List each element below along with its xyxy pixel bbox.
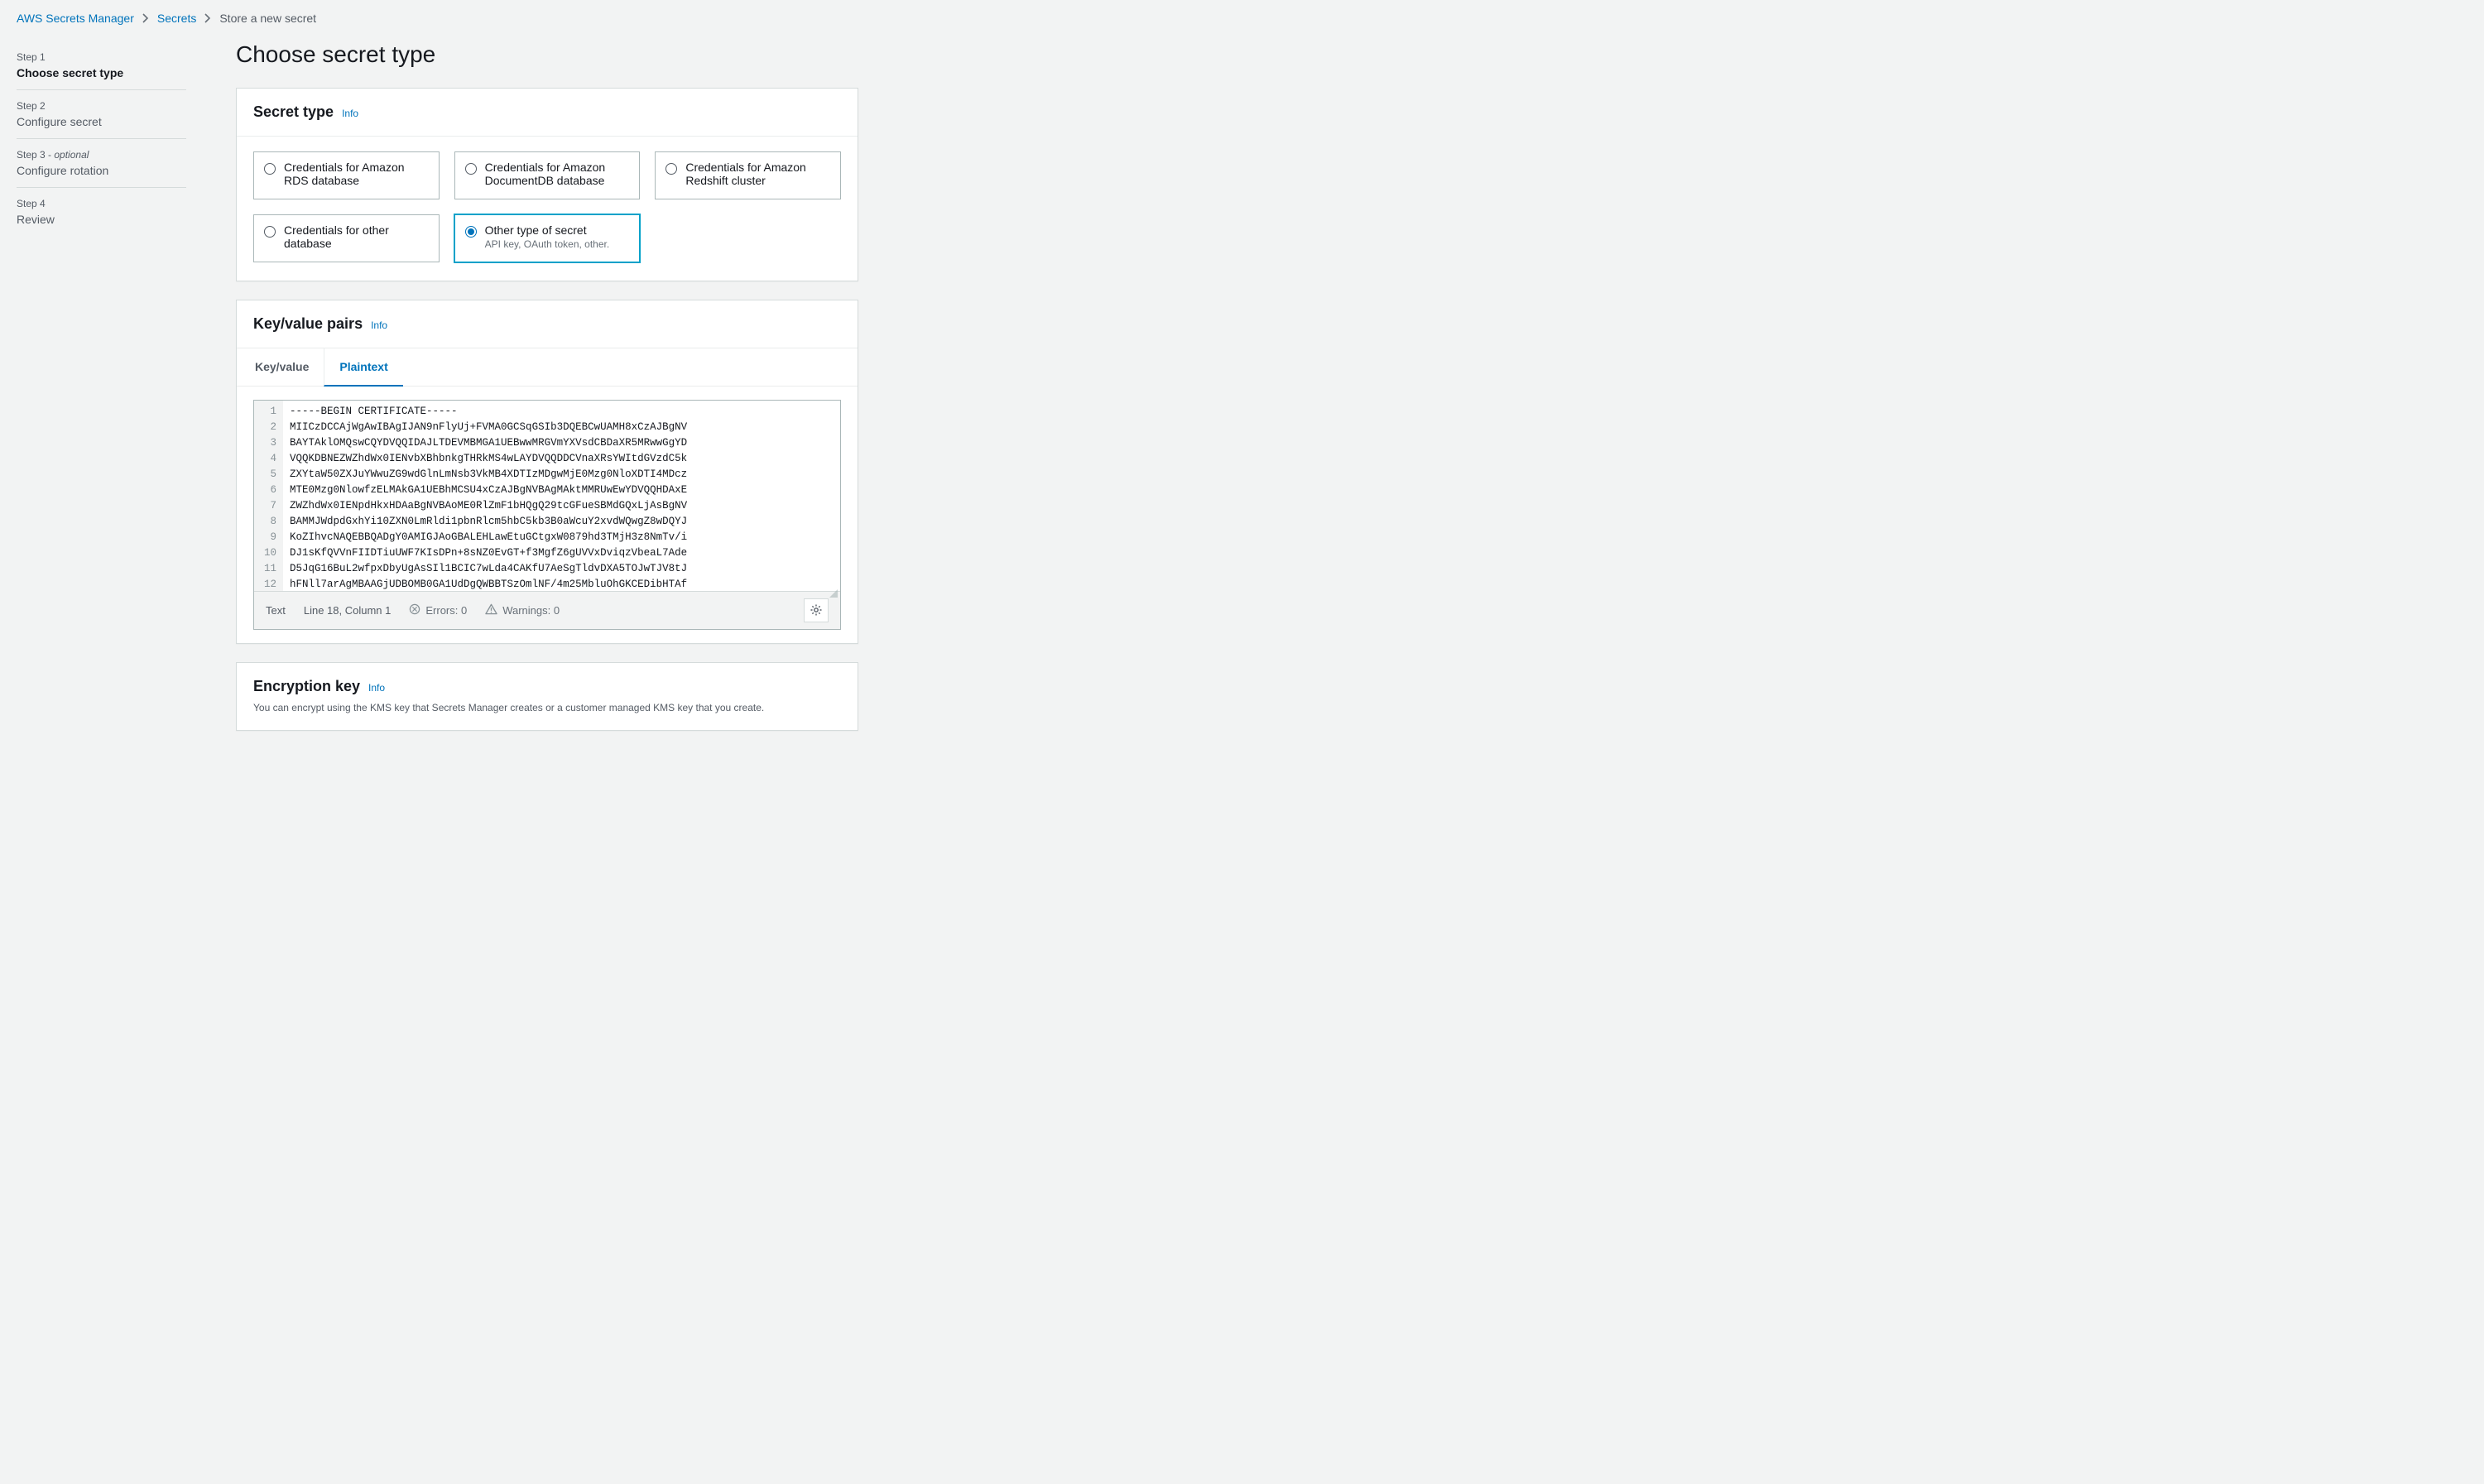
wizard-step-label: Step 3 - optional [17,149,186,161]
editor-status-bar: Text Line 18, Column 1 Errors: 0 [254,591,840,629]
tile-label: Other type of secret [485,223,610,237]
panel-title: Secret type [253,103,334,121]
breadcrumb: AWS Secrets Manager Secrets Store a new … [17,12,2467,25]
breadcrumb-current: Store a new secret [219,12,316,25]
radio-icon [465,226,477,238]
encryption-key-panel: Encryption key Info You can encrypt usin… [236,662,858,731]
tile-label: Credentials for Amazon Redshift cluster [685,161,830,187]
editor-mode: Text [266,604,286,617]
wizard-step-4[interactable]: Step 4 Review [17,188,186,236]
panel-description: You can encrypt using the KMS key that S… [237,700,858,730]
info-link[interactable]: Info [368,682,385,694]
wizard-step-title: Choose secret type [17,66,186,79]
editor-cursor-position: Line 18, Column 1 [304,604,392,617]
tile-sublabel: API key, OAuth token, other. [485,238,610,250]
wizard-step-3[interactable]: Step 3 - optional Configure rotation [17,139,186,188]
secret-type-other[interactable]: Other type of secret API key, OAuth toke… [454,214,641,262]
secret-type-other-db[interactable]: Credentials for other database [253,214,440,262]
chevron-right-icon [142,13,149,23]
radio-icon [465,163,477,175]
tile-label: Credentials for Amazon RDS database [284,161,429,187]
resize-handle-icon[interactable] [829,589,838,598]
radio-icon [665,163,677,175]
wizard-step-2[interactable]: Step 2 Configure secret [17,90,186,139]
editor-settings-button[interactable] [804,598,829,622]
tile-label: Credentials for Amazon DocumentDB databa… [485,161,630,187]
info-link[interactable]: Info [371,319,387,331]
editor-gutter: 1 2 3 4 5 6 7 8 9 10 11 12 13 [254,401,283,591]
wizard-steps: Step 1 Choose secret type Step 2 Configu… [17,41,186,749]
kvp-tabs: Key/value Plaintext [237,348,858,387]
tab-plaintext[interactable]: Plaintext [324,348,402,387]
wizard-step-label: Step 4 [17,198,186,209]
wizard-step-title: Configure rotation [17,164,186,177]
radio-icon [264,226,276,238]
wizard-step-title: Review [17,213,186,226]
warning-triangle-icon [485,603,497,617]
tile-label: Credentials for other database [284,223,429,250]
plaintext-editor[interactable]: 1 2 3 4 5 6 7 8 9 10 11 12 13 -----BEGIN… [253,400,841,630]
editor-warnings: Warnings: 0 [485,603,560,617]
wizard-step-label: Step 2 [17,100,186,112]
key-value-panel: Key/value pairs Info Key/value Plaintext… [236,300,858,644]
secret-type-documentdb[interactable]: Credentials for Amazon DocumentDB databa… [454,151,641,199]
radio-icon [264,163,276,175]
info-link[interactable]: Info [342,108,358,119]
chevron-right-icon [204,13,211,23]
wizard-step-title: Configure secret [17,115,186,128]
panel-title: Key/value pairs [253,315,363,333]
breadcrumb-link-service[interactable]: AWS Secrets Manager [17,12,134,25]
secret-type-panel: Secret type Info Credentials for Amazon … [236,88,858,281]
secret-type-options: Credentials for Amazon RDS database Cred… [237,137,858,281]
editor-errors: Errors: 0 [409,603,467,617]
tab-key-value[interactable]: Key/value [253,348,324,386]
panel-title: Encryption key [253,678,360,695]
secret-type-redshift[interactable]: Credentials for Amazon Redshift cluster [655,151,841,199]
gear-icon [810,603,823,619]
error-circle-icon [409,603,420,617]
secret-type-rds[interactable]: Credentials for Amazon RDS database [253,151,440,199]
breadcrumb-link-secrets[interactable]: Secrets [157,12,196,25]
editor-content[interactable]: -----BEGIN CERTIFICATE----- MIICzDCCAjWg… [283,401,840,591]
wizard-step-1[interactable]: Step 1 Choose secret type [17,41,186,90]
wizard-step-label: Step 1 [17,51,186,63]
page-title: Choose secret type [236,41,858,68]
